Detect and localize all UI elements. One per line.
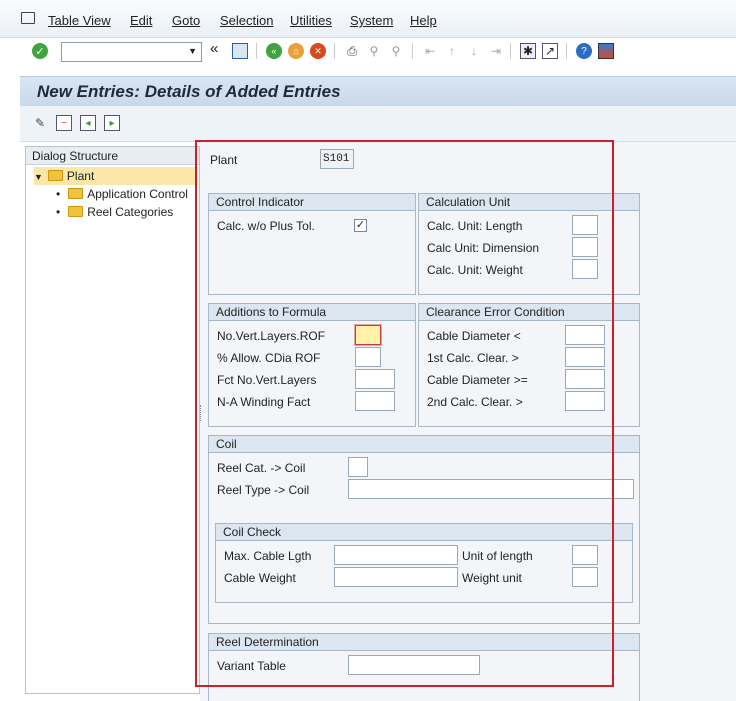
bullet-icon: • [56, 187, 61, 201]
page-title: New Entries: Details of Added Entries [37, 82, 341, 101]
next-page-icon[interactable]: ↓ [466, 43, 482, 59]
create-session-icon[interactable]: ✱ [520, 43, 536, 59]
expand-triangle-icon[interactable]: ▼ [34, 172, 43, 182]
application-toolbar: ✎ − ◂ ▸ [20, 106, 736, 142]
folder-open-icon [47, 170, 63, 181]
menu-selection[interactable]: Selection [220, 13, 273, 28]
back-arrows-icon[interactable]: « [210, 40, 218, 57]
title-bar: New Entries: Details of Added Entries [20, 76, 736, 106]
menu-icon[interactable] [21, 12, 35, 24]
enter-check-icon[interactable]: ✓ [32, 43, 48, 59]
find-icon[interactable]: ⚲ [366, 43, 382, 59]
tree-node-label: Application Control [87, 187, 188, 201]
edit-glasses-icon[interactable]: ✎ [32, 115, 48, 131]
previous-entry-icon[interactable]: ◂ [80, 115, 96, 131]
bullet-icon: • [56, 205, 61, 219]
toolbar-separator [256, 43, 257, 59]
folder-icon [68, 188, 84, 199]
cancel-icon[interactable]: ✕ [310, 43, 326, 59]
menu-edit[interactable]: Edit [130, 13, 152, 28]
last-page-icon[interactable]: ⇥ [488, 43, 504, 59]
tree-node-plant[interactable]: ▼ Plant [34, 167, 198, 185]
delete-entry-icon[interactable]: − [56, 115, 72, 131]
folder-icon [68, 206, 84, 217]
chevron-down-icon[interactable]: ▼ [188, 46, 197, 56]
tree-node-application-control[interactable]: • Application Control [56, 185, 188, 203]
next-entry-icon[interactable]: ▸ [104, 115, 120, 131]
menu-help[interactable]: Help [410, 13, 437, 28]
tree-node-reel-categories[interactable]: • Reel Categories [56, 203, 173, 221]
previous-page-icon[interactable]: ↑ [444, 43, 460, 59]
shortcut-icon[interactable]: ↗ [542, 43, 558, 59]
menu-system[interactable]: System [350, 13, 393, 28]
save-icon[interactable] [232, 43, 248, 59]
print-icon[interactable]: ⎙ [344, 43, 360, 59]
customize-layout-icon[interactable] [598, 43, 614, 59]
menu-goto[interactable]: Goto [172, 13, 200, 28]
standard-toolbar: ✓ ▼ « « ⌂ ✕ ⎙ ⚲ ⚲ ⇤ ↑ ↓ ⇥ ✱ ↗ ? [0, 38, 736, 66]
tree-node-plant-label: Plant [66, 169, 95, 183]
command-field[interactable]: ▼ [61, 42, 202, 62]
help-icon[interactable]: ? [576, 43, 592, 59]
toolbar-separator [412, 43, 413, 59]
menu-utilities[interactable]: Utilities [290, 13, 332, 28]
menu-table-view[interactable]: Table View [48, 13, 111, 28]
menu-bar: Table View Edit Goto Selection Utilities… [0, 0, 736, 38]
exit-icon[interactable]: ⌂ [288, 43, 304, 59]
highlight-frame [195, 140, 614, 687]
dialog-structure-panel: Dialog Structure ▼ Plant • Application Con… [25, 146, 200, 694]
toolbar-separator [334, 43, 335, 59]
first-page-icon[interactable]: ⇤ [422, 43, 438, 59]
back-icon[interactable]: « [266, 43, 282, 59]
tree-node-label: Reel Categories [87, 205, 174, 219]
toolbar-separator [566, 43, 567, 59]
find-next-icon[interactable]: ⚲ [388, 43, 404, 59]
toolbar-separator [510, 43, 511, 59]
dialog-structure-header: Dialog Structure [26, 147, 199, 165]
